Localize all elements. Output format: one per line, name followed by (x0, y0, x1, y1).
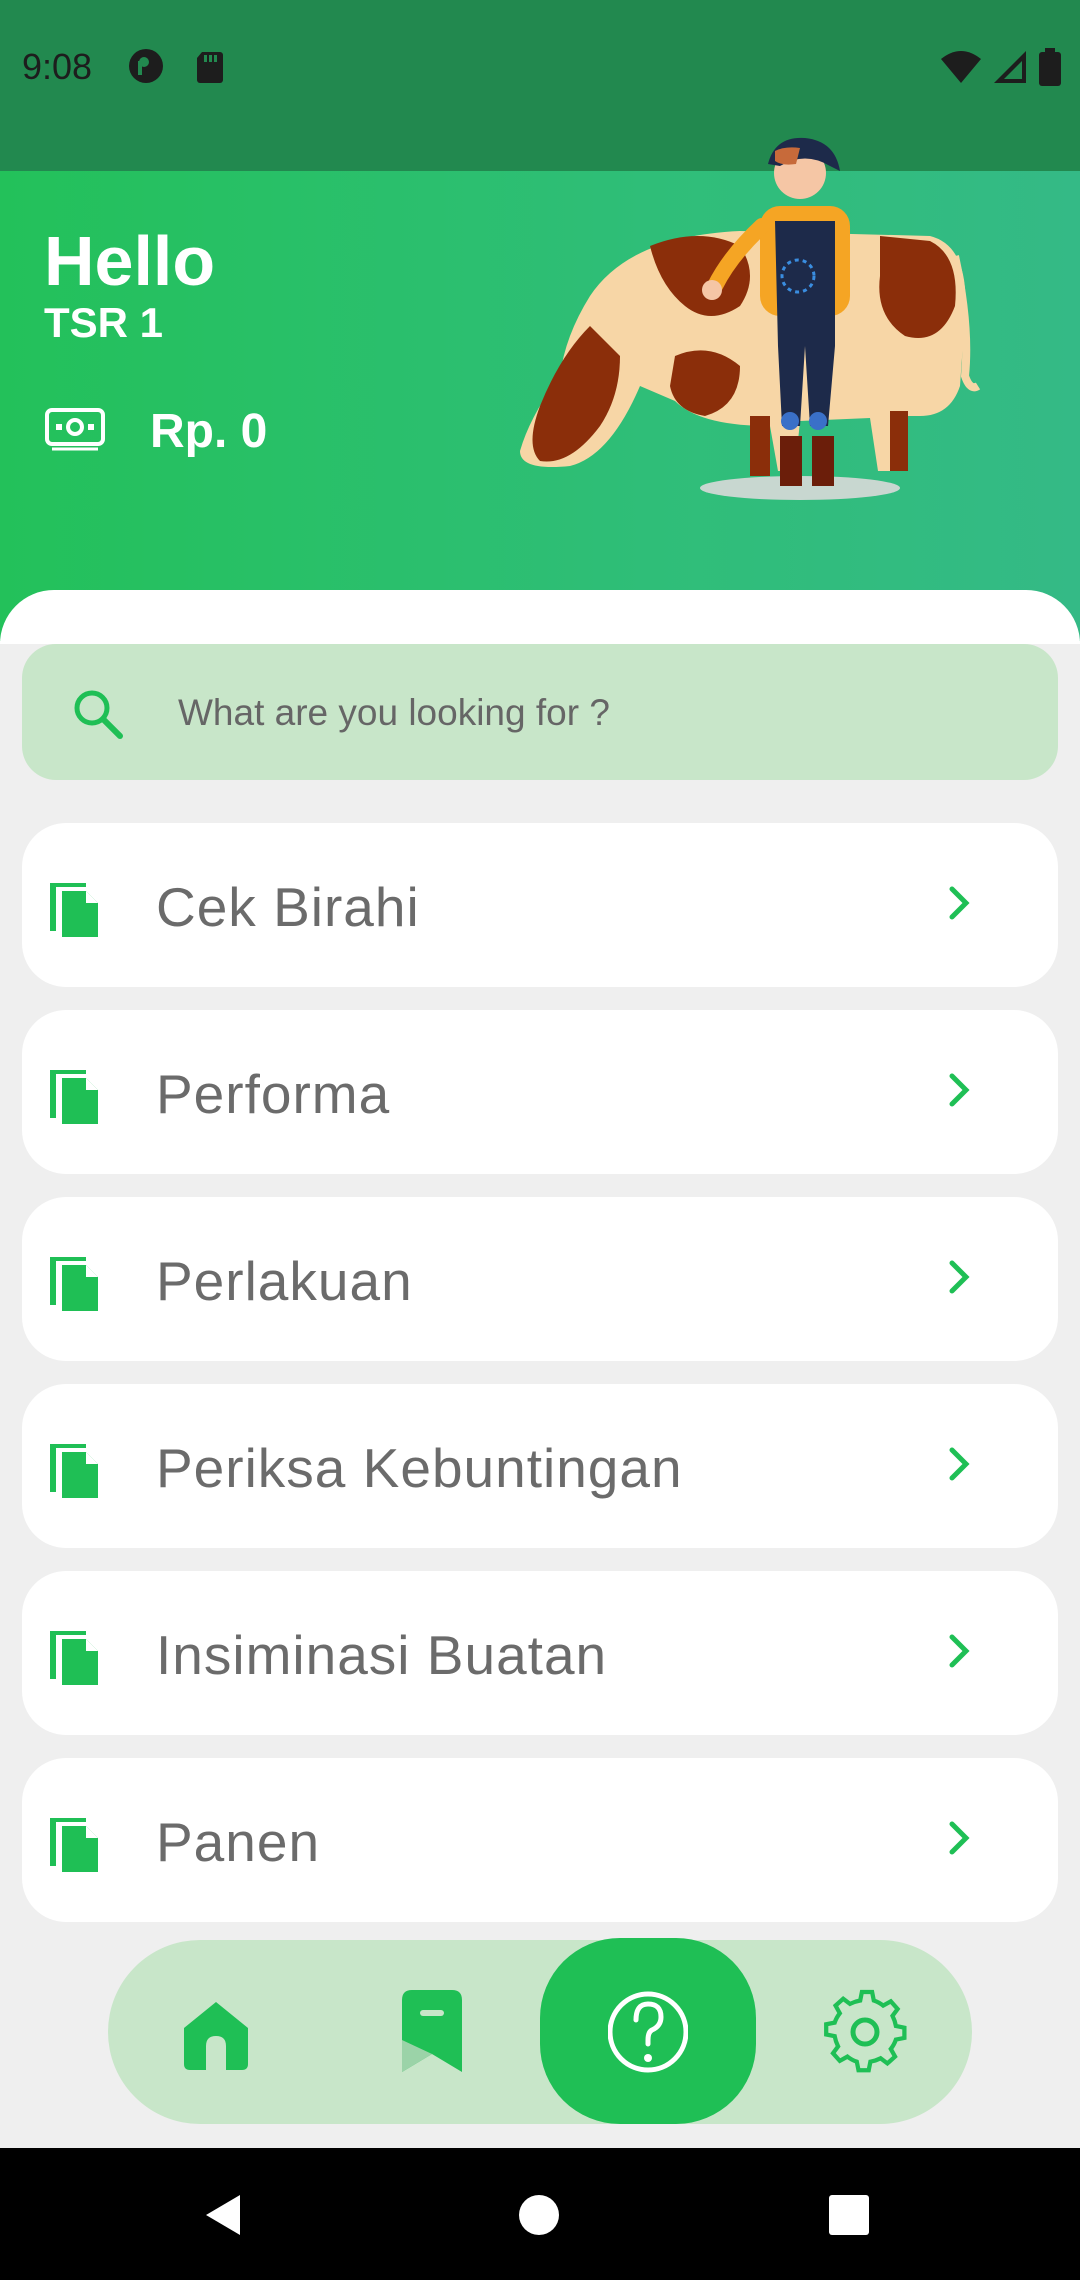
chevron-right-icon (949, 1821, 970, 1855)
document-icon (50, 1070, 98, 1124)
home-nav-icon[interactable] (518, 2194, 560, 2236)
menu-item-label: Perlakuan (156, 1250, 413, 1312)
signal-icon (994, 51, 1026, 83)
chevron-right-icon (949, 1073, 970, 1107)
bookmark-icon[interactable] (392, 1940, 472, 2124)
menu-item-insiminasi-buatan[interactable]: Insiminasi Buatan (22, 1571, 1058, 1735)
menu-item-label: Panen (156, 1811, 321, 1873)
user-name: TSR 1 (44, 299, 164, 346)
sd-card-icon (197, 52, 223, 83)
menu-item-label: Cek Birahi (156, 876, 420, 938)
app-notification-icon (129, 49, 163, 83)
chevron-right-icon (949, 1447, 970, 1481)
menu-item-cek-birahi[interactable]: Cek Birahi (22, 823, 1058, 987)
document-icon (50, 1444, 98, 1498)
chevron-right-icon (949, 1634, 970, 1668)
balance-amount: Rp. 0 (150, 405, 268, 458)
search-bar[interactable]: What are you looking for ? (22, 644, 1058, 780)
menu-item-label: Insiminasi Buatan (156, 1624, 608, 1686)
menu-item-label: Periksa Kebuntingan (156, 1437, 683, 1499)
menu-item-perlakuan[interactable]: Perlakuan (22, 1197, 1058, 1361)
chevron-right-icon (949, 1260, 970, 1294)
status-time: 9:08 (22, 46, 93, 87)
help-icon[interactable] (608, 1940, 688, 2124)
wifi-icon (941, 51, 981, 83)
header-curve (0, 590, 1080, 644)
document-icon (50, 1631, 98, 1685)
status-right-icons (940, 48, 1062, 86)
farmer-cow-illustration (520, 137, 981, 500)
menu-item-label: Performa (156, 1063, 391, 1125)
system-navigation-bar (0, 2148, 1080, 2280)
menu-item-panen[interactable]: Panen (22, 1758, 1058, 1922)
search-icon (74, 690, 123, 739)
greeting: Hello (44, 222, 216, 300)
money-icon (45, 408, 105, 451)
recents-icon[interactable] (828, 2194, 870, 2236)
home-icon[interactable] (176, 1940, 256, 2124)
header-banner: Hello TSR 1 Rp. 0 (0, 137, 1080, 644)
document-icon (50, 1818, 98, 1872)
settings-icon[interactable] (820, 1940, 910, 2124)
bottom-navigation (108, 1938, 972, 2124)
battery-icon (1039, 48, 1061, 86)
document-icon (50, 1257, 98, 1311)
document-icon (50, 883, 98, 937)
chevron-right-icon (949, 886, 970, 920)
menu-item-periksa-kebuntingan[interactable]: Periksa Kebuntingan (22, 1384, 1058, 1548)
back-icon[interactable] (200, 2192, 246, 2238)
menu-item-performa[interactable]: Performa (22, 1010, 1058, 1174)
search-placeholder: What are you looking for ? (178, 692, 610, 733)
